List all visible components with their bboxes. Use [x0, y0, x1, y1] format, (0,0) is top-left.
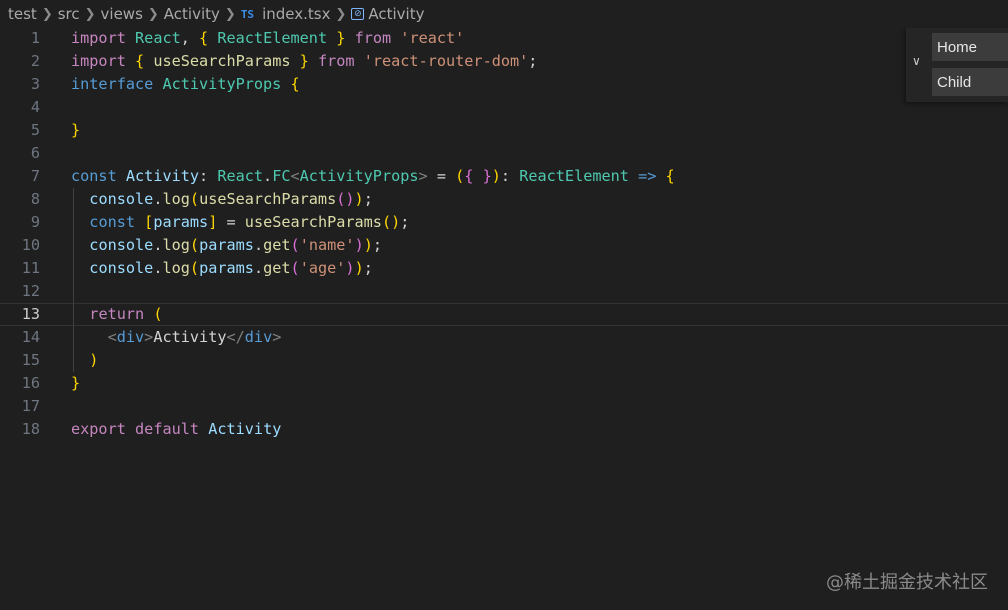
- line-number: 3: [30, 75, 40, 93]
- code-line[interactable]: 15 ): [0, 349, 1008, 372]
- code-line[interactable]: 4: [0, 96, 1008, 119]
- code-line[interactable]: 6: [0, 142, 1008, 165]
- line-number: 9: [30, 213, 40, 231]
- line-number: 4: [30, 98, 40, 116]
- line-number: 10: [21, 236, 40, 254]
- code-line[interactable]: 14 <div>Activity</div>: [0, 326, 1008, 349]
- code-editor[interactable]: 1 import React, { ReactElement } from 're…: [0, 28, 1008, 610]
- route-panel: ∨ Home Child: [906, 28, 1008, 102]
- chevron-right-icon: ❯: [224, 6, 236, 22]
- line-number: 1: [30, 29, 40, 47]
- breadcrumb-item-test[interactable]: test: [8, 5, 37, 23]
- code-text[interactable]: }: [71, 372, 80, 395]
- line-number: 11: [21, 259, 40, 277]
- breadcrumb-item-file[interactable]: index.tsx: [262, 5, 330, 23]
- code-line[interactable]: 2 import { useSearchParams } from 'react-…: [0, 50, 1008, 73]
- symbol-variable-icon: ⊘: [351, 8, 365, 20]
- code-line[interactable]: 16}: [0, 372, 1008, 395]
- line-number: 16: [21, 374, 40, 392]
- code-text[interactable]: ): [71, 349, 98, 372]
- route-item-home[interactable]: Home: [932, 33, 1008, 61]
- code-text[interactable]: const [params] = useSearchParams();: [71, 211, 409, 234]
- code-line[interactable]: 12: [0, 280, 1008, 303]
- code-text[interactable]: <div>Activity</div>: [71, 326, 282, 349]
- line-number: 6: [30, 144, 40, 162]
- chevron-right-icon: ❯: [84, 6, 96, 22]
- route-item-child[interactable]: Child: [932, 68, 1008, 96]
- code-line[interactable]: 13 return (: [0, 303, 1008, 326]
- indent-guide: [73, 188, 74, 372]
- line-number: 15: [21, 351, 40, 369]
- breadcrumb-item-src[interactable]: src: [58, 5, 80, 23]
- line-number: 5: [30, 121, 40, 139]
- chevron-down-icon[interactable]: ∨: [912, 54, 921, 68]
- chevron-right-icon: ❯: [335, 6, 347, 22]
- code-line[interactable]: 18 export default Activity: [0, 418, 1008, 441]
- code-line[interactable]: 8 console.log(useSearchParams());: [0, 188, 1008, 211]
- breadcrumb: test ❯ src ❯ views ❯ Activity ❯ TS index…: [0, 0, 1008, 28]
- code-text[interactable]: console.log(params.get('name'));: [71, 234, 382, 257]
- code-text[interactable]: console.log(useSearchParams());: [71, 188, 373, 211]
- breadcrumb-item-activity-folder[interactable]: Activity: [164, 5, 220, 23]
- code-line[interactable]: 11 console.log(params.get('age'));: [0, 257, 1008, 280]
- code-text[interactable]: export default Activity: [71, 418, 281, 441]
- line-number: 13: [21, 305, 40, 323]
- code-text[interactable]: console.log(params.get('age'));: [71, 257, 373, 280]
- breadcrumb-item-symbol[interactable]: Activity: [368, 5, 424, 23]
- line-number: 2: [30, 52, 40, 70]
- code-line[interactable]: 5}: [0, 119, 1008, 142]
- code-text[interactable]: import React, { ReactElement } from 'rea…: [71, 27, 464, 50]
- watermark: @稀土掘金技术社区: [826, 572, 988, 593]
- line-number: 17: [21, 397, 40, 415]
- line-number: 8: [30, 190, 40, 208]
- code-text[interactable]: }: [71, 119, 80, 142]
- code-line[interactable]: 1 import React, { ReactElement } from 're…: [0, 27, 1008, 50]
- line-number: 14: [21, 328, 40, 346]
- breadcrumb-item-views[interactable]: views: [101, 5, 143, 23]
- line-number: 7: [30, 167, 40, 185]
- code-line[interactable]: 17: [0, 395, 1008, 418]
- chevron-right-icon: ❯: [41, 6, 53, 22]
- code-line[interactable]: 9 const [params] = useSearchParams();: [0, 211, 1008, 234]
- code-line[interactable]: 10 console.log(params.get('name'));: [0, 234, 1008, 257]
- code-text[interactable]: import { useSearchParams } from 'react-r…: [71, 50, 537, 73]
- code-line[interactable]: 3 interface ActivityProps {: [0, 73, 1008, 96]
- typescript-file-icon: TS: [240, 7, 255, 21]
- code-text[interactable]: return (: [71, 304, 162, 325]
- code-text[interactable]: interface ActivityProps {: [71, 73, 300, 96]
- line-number: 12: [21, 282, 40, 300]
- code-text[interactable]: const Activity: React.FC<ActivityProps> …: [71, 165, 675, 188]
- code-line[interactable]: 7 const Activity: React.FC<ActivityProps>…: [0, 165, 1008, 188]
- chevron-right-icon: ❯: [147, 6, 159, 22]
- line-number: 18: [21, 420, 40, 438]
